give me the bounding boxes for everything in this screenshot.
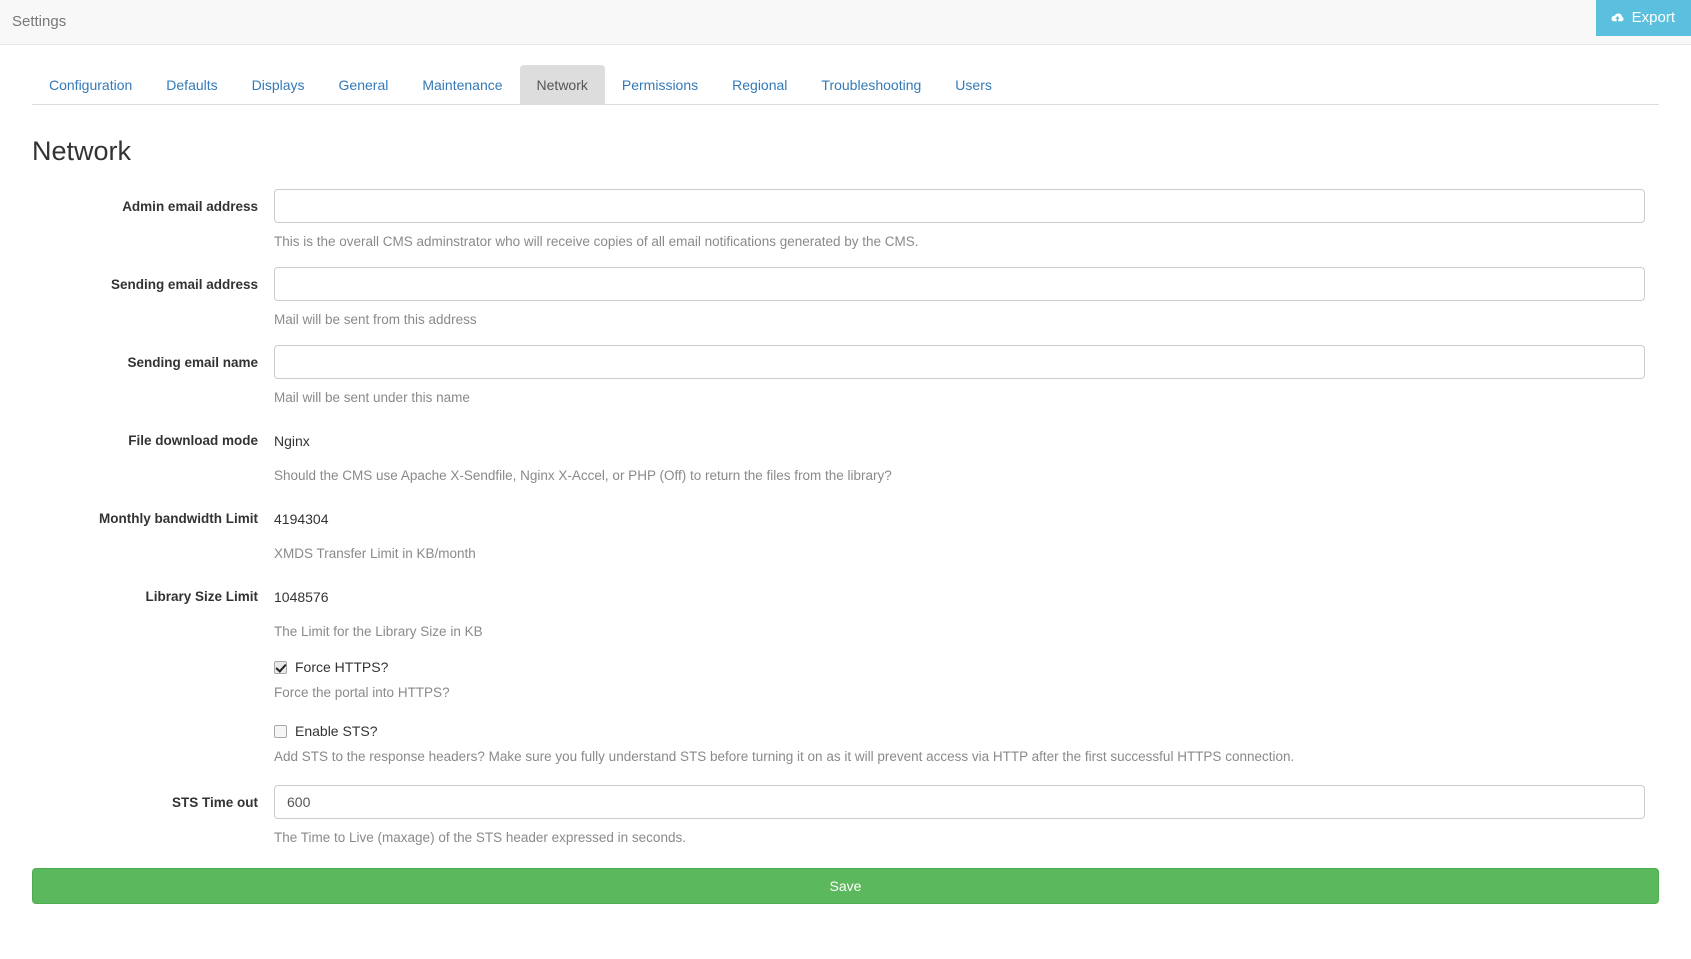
field-file-download-mode: File download mode Nginx Should the CMS … xyxy=(32,423,1659,486)
force-https-label[interactable]: Force HTTPS? xyxy=(295,657,388,677)
tab-network[interactable]: Network xyxy=(520,65,605,105)
field-label-file-download-mode: File download mode xyxy=(32,423,274,451)
field-label-sending-email-address: Sending email address xyxy=(32,267,274,295)
field-help-file-download-mode: Should the CMS use Apache X-Sendfile, Ng… xyxy=(274,466,1659,486)
field-help-enable-sts: Add STS to the response headers? Make su… xyxy=(274,747,1659,767)
field-help-force-https: Force the portal into HTTPS? xyxy=(274,683,1659,703)
export-button[interactable]: Export xyxy=(1596,0,1691,36)
library-size-limit-value: 1048576 xyxy=(274,579,1659,613)
page-title: Network xyxy=(32,135,1659,167)
field-help-sending-email-address: Mail will be sent from this address xyxy=(274,310,1659,330)
settings-tabs-container: Configuration Defaults Displays General … xyxy=(0,45,1691,105)
settings-tabs: Configuration Defaults Displays General … xyxy=(32,67,1659,105)
field-enable-sts: Enable STS? Add STS to the response head… xyxy=(32,721,1659,767)
field-sending-email-address: Sending email address Mail will be sent … xyxy=(32,267,1659,330)
field-force-https: Force HTTPS? Force the portal into HTTPS… xyxy=(32,657,1659,703)
field-help-library-size-limit: The Limit for the Library Size in KB xyxy=(274,622,1659,642)
tab-permissions[interactable]: Permissions xyxy=(605,65,715,105)
sts-timeout-input[interactable] xyxy=(274,785,1645,819)
export-button-label: Export xyxy=(1632,0,1675,36)
file-download-mode-value: Nginx xyxy=(274,423,1659,457)
tab-maintenance[interactable]: Maintenance xyxy=(405,65,519,105)
field-help-monthly-bandwidth-limit: XMDS Transfer Limit in KB/month xyxy=(274,544,1659,564)
page-breadcrumb-title: Settings xyxy=(12,12,66,32)
field-help-sending-email-name: Mail will be sent under this name xyxy=(274,388,1659,408)
field-monthly-bandwidth-limit: Monthly bandwidth Limit 4194304 XMDS Tra… xyxy=(32,501,1659,564)
save-button[interactable]: Save xyxy=(32,868,1659,904)
tab-regional[interactable]: Regional xyxy=(715,65,804,105)
enable-sts-label[interactable]: Enable STS? xyxy=(295,721,378,741)
field-admin-email: Admin email address This is the overall … xyxy=(32,189,1659,252)
cloud-upload-icon xyxy=(1610,12,1625,25)
tab-displays[interactable]: Displays xyxy=(235,65,322,105)
field-label-library-size-limit: Library Size Limit xyxy=(32,579,274,607)
tab-general[interactable]: General xyxy=(322,65,406,105)
network-settings-form: Network Admin email address This is the … xyxy=(0,135,1691,904)
tab-defaults[interactable]: Defaults xyxy=(149,65,234,105)
sending-email-name-input[interactable] xyxy=(274,345,1645,379)
field-library-size-limit: Library Size Limit 1048576 The Limit for… xyxy=(32,579,1659,642)
top-bar: Settings Export xyxy=(0,0,1691,45)
field-label-sending-email-name: Sending email name xyxy=(32,345,274,373)
force-https-checkbox[interactable] xyxy=(274,661,287,674)
sending-email-address-input[interactable] xyxy=(274,267,1645,301)
field-sending-email-name: Sending email name Mail will be sent und… xyxy=(32,345,1659,408)
admin-email-input[interactable] xyxy=(274,189,1645,223)
field-help-sts-timeout: The Time to Live (maxage) of the STS hea… xyxy=(274,828,1659,848)
field-label-monthly-bandwidth-limit: Monthly bandwidth Limit xyxy=(32,501,274,529)
field-help-admin-email: This is the overall CMS adminstrator who… xyxy=(274,232,1659,252)
monthly-bandwidth-limit-value: 4194304 xyxy=(274,501,1659,535)
tab-configuration[interactable]: Configuration xyxy=(32,65,149,105)
enable-sts-checkbox[interactable] xyxy=(274,725,287,738)
tab-troubleshooting[interactable]: Troubleshooting xyxy=(804,65,938,105)
tab-users[interactable]: Users xyxy=(938,65,1009,105)
field-sts-timeout: STS Time out The Time to Live (maxage) o… xyxy=(32,785,1659,848)
field-label-sts-timeout: STS Time out xyxy=(32,785,274,813)
field-label-admin-email: Admin email address xyxy=(32,189,274,217)
